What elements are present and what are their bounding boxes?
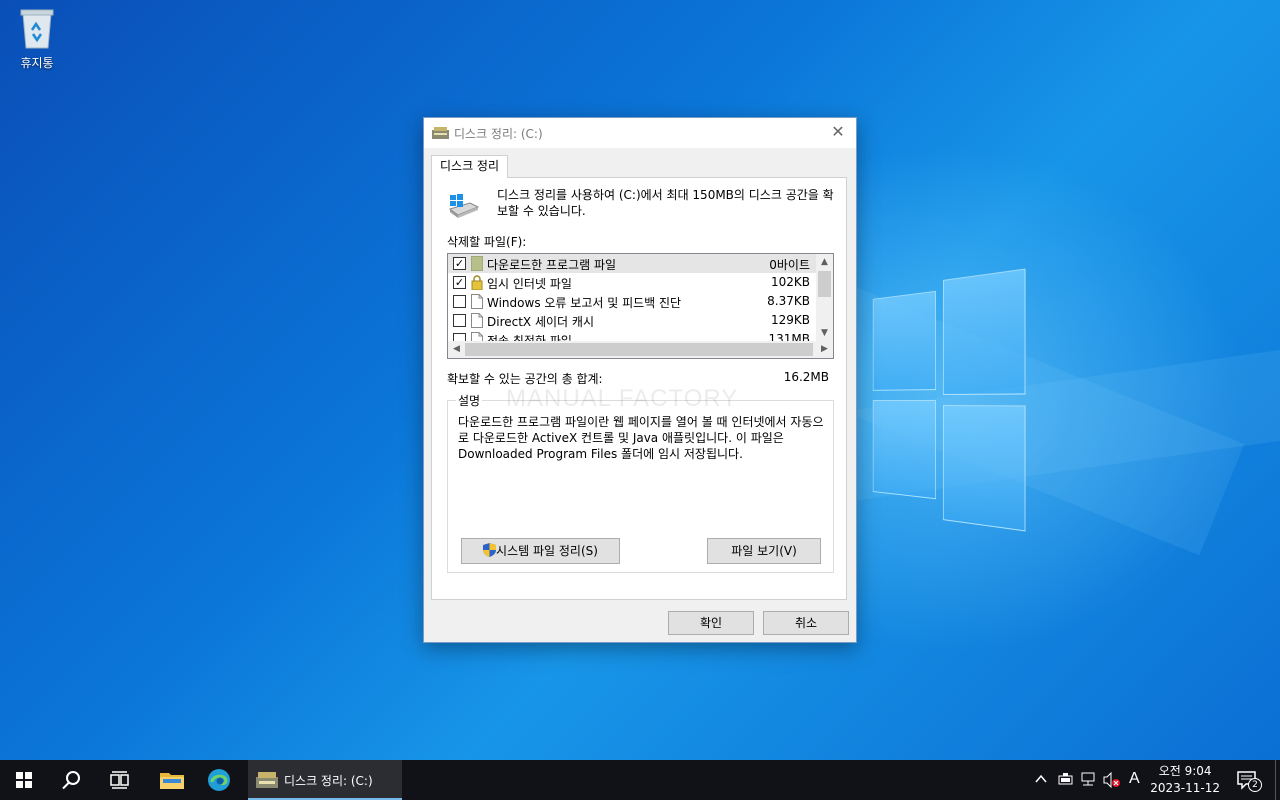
checkbox[interactable] — [453, 314, 466, 327]
list-item[interactable]: ✓ 다운로드한 프로그램 파일 0바이트 — [448, 254, 816, 273]
lock-icon — [471, 275, 483, 291]
battery-icon[interactable] — [1057, 773, 1074, 788]
file-name: 임시 인터넷 파일 — [487, 277, 572, 291]
disk-cleanup-dialog: 디스크 정리: (C:) ✕ 디스크 정리 디스크 정리를 사용하여 (C:)에… — [423, 117, 857, 643]
file-name: Windows 오류 보고서 및 피드백 진단 — [487, 296, 682, 310]
drive-icon — [448, 193, 480, 219]
taskbar-file-explorer[interactable] — [148, 760, 196, 800]
network-icon[interactable] — [1080, 772, 1097, 790]
system-file-cleanup-label: 시스템 파일 정리(S) — [496, 544, 598, 558]
list-item[interactable]: ✓ 임시 인터넷 파일 102KB — [448, 273, 816, 292]
recycle-bin[interactable]: 휴지통 — [8, 6, 66, 71]
description-text: 다운로드한 프로그램 파일이란 웹 페이지를 열어 볼 때 인터넷에서 자동으로… — [458, 415, 824, 461]
file-name: DirectX 세이더 캐시 — [487, 315, 594, 329]
disk-cleanup-icon — [256, 771, 278, 792]
input-method-indicator[interactable]: A — [1129, 770, 1140, 788]
description-group: MANUAL FACTORY 설명 다운로드한 프로그램 파일이란 웹 페이지를… — [447, 385, 834, 573]
shield-icon — [483, 541, 497, 557]
files-to-delete-list[interactable]: ✓ 다운로드한 프로그램 파일 0바이트 ✓ 임시 인터넷 파일 102KB W… — [447, 253, 834, 359]
checkbox[interactable]: ✓ — [453, 276, 466, 289]
close-button[interactable]: ✕ — [826, 121, 850, 143]
document-icon — [471, 313, 483, 328]
document-icon — [471, 294, 483, 309]
task-view-icon — [110, 771, 130, 792]
volume-muted-icon[interactable] — [1103, 771, 1121, 791]
total-space-value: 16.2MB — [783, 370, 829, 384]
chevron-up-icon[interactable] — [1034, 772, 1048, 789]
clock-time: 오전 9:04 — [1158, 764, 1212, 778]
taskbar-app-label: 디스크 정리: (C:) — [284, 774, 373, 788]
dialog-title: 디스크 정리: (C:) — [454, 127, 543, 141]
search-button[interactable] — [48, 760, 96, 800]
file-size: 8.37KB — [767, 294, 810, 308]
system-file-cleanup-button[interactable]: 시스템 파일 정리(S) — [461, 538, 620, 564]
checkbox[interactable] — [453, 295, 466, 308]
taskbar-disk-cleanup[interactable]: 디스크 정리: (C:) — [248, 760, 402, 800]
search-icon — [62, 770, 82, 793]
tab-panel: 디스크 정리를 사용하여 (C:)에서 최대 150MB의 디스크 공간을 확보… — [431, 177, 847, 600]
scroll-thumb[interactable] — [818, 271, 831, 297]
scroll-down-icon[interactable]: ▼ — [816, 325, 833, 342]
clock-date: 2023-11-12 — [1150, 781, 1220, 795]
file-name: 다운로드한 프로그램 파일 — [487, 258, 617, 272]
task-view-button[interactable] — [96, 760, 144, 800]
vertical-scrollbar[interactable]: ▲ ▼ — [816, 254, 833, 342]
action-center-button[interactable]: 2 — [1236, 770, 1264, 792]
list-item[interactable]: DirectX 세이더 캐시 129KB — [448, 311, 816, 330]
tab-disk-cleanup[interactable]: 디스크 정리 — [431, 155, 509, 178]
files-to-delete-label: 삭제할 파일(F): — [447, 235, 527, 249]
show-desktop-button[interactable] — [1275, 760, 1280, 800]
downloaded-program-icon — [470, 255, 484, 272]
description-legend: 설명 — [456, 392, 483, 409]
intro-text: 디스크 정리를 사용하여 (C:)에서 최대 150MB의 디스크 공간을 확보… — [497, 188, 834, 218]
view-files-button[interactable]: 파일 보기(V) — [707, 538, 821, 564]
list-item[interactable]: Windows 오류 보고서 및 피드백 진단 8.37KB — [448, 292, 816, 311]
scroll-up-icon[interactable]: ▲ — [816, 254, 833, 271]
horizontal-scrollbar[interactable]: ◀ ▶ — [448, 341, 833, 358]
edge-browser-icon — [207, 768, 231, 795]
ok-button[interactable]: 확인 — [668, 611, 754, 635]
taskbar-clock[interactable]: 오전 9:04 2023-11-12 — [1150, 763, 1220, 797]
watermark: MANUAL FACTORY — [506, 385, 739, 412]
scroll-left-icon[interactable]: ◀ — [448, 341, 465, 358]
file-size: 0바이트 — [769, 258, 810, 272]
taskbar: 디스크 정리: (C:) A 오전 9:04 2023-11-12 2 — [0, 760, 1280, 800]
folder-icon — [160, 770, 184, 793]
disk-cleanup-icon — [432, 127, 449, 139]
checkbox[interactable]: ✓ — [453, 257, 466, 270]
scroll-right-icon[interactable]: ▶ — [816, 341, 833, 358]
recycle-bin-label: 휴지통 — [20, 56, 54, 70]
recycle-bin-icon — [18, 6, 56, 50]
cancel-button[interactable]: 취소 — [763, 611, 849, 635]
start-button[interactable] — [0, 760, 48, 800]
file-size: 102KB — [770, 275, 810, 289]
windows-start-icon — [16, 772, 32, 791]
windows-wallpaper-logo — [872, 268, 1026, 532]
scroll-thumb[interactable] — [465, 343, 813, 356]
taskbar-edge[interactable] — [196, 760, 244, 800]
notification-badge: 2 — [1248, 778, 1262, 792]
title-bar[interactable]: 디스크 정리: (C:) ✕ — [424, 118, 856, 148]
file-size: 129KB — [770, 313, 810, 327]
